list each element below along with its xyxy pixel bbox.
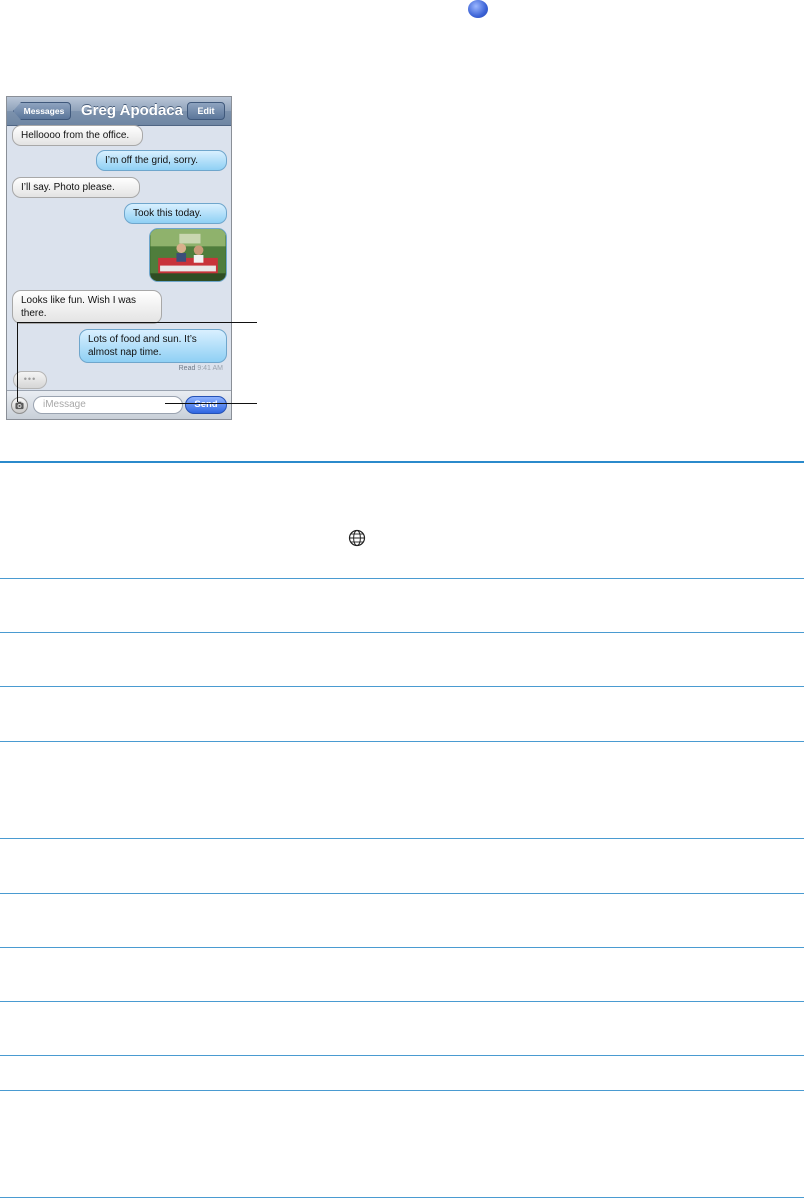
message-bubble-incoming[interactable]: Looks like fun. Wish I was there.: [12, 290, 162, 324]
conversation-title: Greg Apodaca: [81, 102, 183, 119]
composer-bar: iMessage Send: [7, 390, 231, 419]
callout-line-camera-vertical: [17, 322, 18, 402]
table-rule: [0, 578, 804, 579]
table-rule: [0, 947, 804, 948]
message-bubble-outgoing[interactable]: Lots of food and sun. It’s almost nap ti…: [79, 329, 227, 363]
table-rule: [0, 686, 804, 687]
camera-button[interactable]: [11, 397, 28, 414]
typing-indicator: •••: [13, 371, 47, 389]
read-receipt: Read 9:41 AM: [179, 365, 223, 372]
table-rule: [0, 1090, 804, 1091]
read-label: Read: [178, 365, 196, 372]
message-bubble-incoming[interactable]: Helloooo from the office.: [12, 125, 143, 146]
callout-line-input: [165, 403, 257, 404]
photo-thumbnail: [150, 229, 226, 281]
table-rule: [0, 632, 804, 633]
messages-screen: Messages Greg Apodaca Edit Helloooo from…: [6, 96, 232, 420]
photo-message[interactable]: [149, 228, 227, 282]
edit-button[interactable]: Edit: [187, 102, 225, 120]
table-rule: [0, 1001, 804, 1002]
nav-bar: Messages Greg Apodaca Edit: [7, 97, 231, 126]
table-rule: [0, 461, 804, 463]
message-input[interactable]: iMessage: [33, 396, 183, 414]
blue-circle-icon: [468, 0, 488, 18]
message-bubble-outgoing[interactable]: Took this today.: [124, 203, 227, 224]
table-rule: [0, 838, 804, 839]
table-rule: [0, 1055, 804, 1056]
table-rule: [0, 1197, 804, 1198]
message-bubble-outgoing[interactable]: I’m off the grid, sorry.: [96, 150, 227, 171]
message-bubble-incoming[interactable]: I’ll say. Photo please.: [12, 177, 140, 198]
globe-icon: [348, 529, 366, 547]
read-time: 9:41 AM: [197, 365, 223, 372]
table-rule: [0, 741, 804, 742]
back-button[interactable]: Messages: [13, 102, 71, 120]
table-rule: [0, 893, 804, 894]
send-button[interactable]: Send: [185, 396, 227, 414]
camera-icon: [15, 401, 24, 410]
callout-line-camera: [17, 322, 257, 323]
